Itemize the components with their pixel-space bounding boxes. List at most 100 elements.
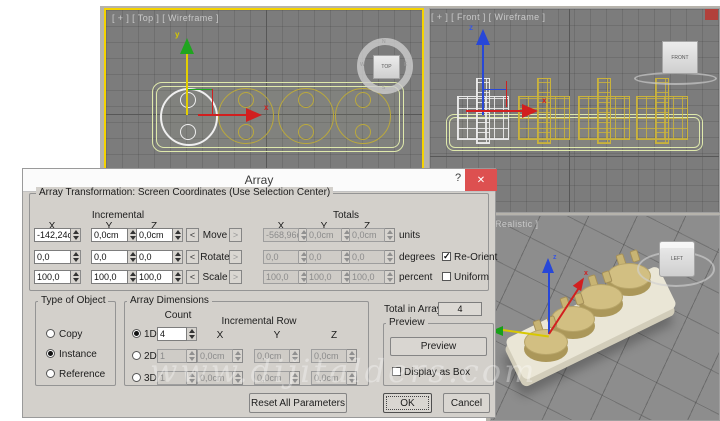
viewport-top-label[interactable]: [ + ] [ Top ] [ Wireframe ] — [112, 13, 219, 23]
viewcube-left-face[interactable]: LEFT — [659, 241, 695, 277]
dim-2d-label[interactable]: 2D — [144, 351, 157, 362]
viewcube-south-label[interactable]: S — [382, 85, 385, 91]
spinner-icon[interactable] — [173, 270, 183, 284]
viewcube-west-label[interactable]: W — [360, 62, 365, 68]
rotate-left-arrow-button[interactable]: < — [186, 250, 199, 264]
scale-left-arrow-button[interactable]: < — [186, 270, 199, 284]
array-dimensions-title: Array Dimensions — [127, 295, 212, 306]
spinner-icon[interactable] — [71, 228, 81, 242]
rotate-z-field[interactable]: 0,0 — [136, 250, 183, 264]
copy-radio-label[interactable]: Copy — [59, 329, 82, 340]
move-x-field[interactable]: -142,24c — [34, 228, 81, 242]
spinner-icon[interactable] — [71, 250, 81, 264]
instance-radio[interactable] — [46, 349, 55, 358]
gizmo-y-arrowhead-icon[interactable] — [180, 38, 194, 54]
dim-3d-y-field: 0,0cm — [254, 371, 300, 385]
gizmo-x-axis-line[interactable] — [198, 114, 246, 116]
spinner-icon[interactable] — [173, 228, 183, 242]
dim-2d-z-field: 0,0cm — [311, 349, 357, 363]
scale-total-y-field: 100,0 — [306, 270, 352, 284]
dim-1d-count-field[interactable]: 4 — [157, 327, 197, 341]
move-y-field[interactable]: 0,0cm — [91, 228, 138, 242]
viewcube-east-label[interactable]: E — [404, 62, 407, 68]
reference-radio-label[interactable]: Reference — [59, 369, 105, 380]
viewport-front-label[interactable]: [ + ] [ Front ] [ Wireframe ] — [431, 12, 545, 22]
spinner-icon — [385, 270, 395, 284]
viewcube-north-label[interactable]: N — [382, 39, 386, 45]
gizmo-z-axis-line[interactable] — [482, 43, 484, 115]
gizmo-plane-handle-green[interactable] — [188, 89, 212, 90]
move-z-field[interactable]: 0,0cm — [136, 228, 183, 242]
scale-y-field[interactable]: 100,0 — [91, 270, 138, 284]
viewport-perspective-label[interactable]: Realistic ] — [495, 219, 538, 229]
dim-col-x-header: X — [216, 330, 224, 341]
gizmo-plane-handle-red[interactable] — [506, 81, 507, 107]
reorient-checkbox[interactable] — [442, 252, 451, 261]
move-left-arrow-button[interactable]: < — [186, 228, 199, 242]
axis-y-label: y — [175, 30, 180, 39]
scale-z-field[interactable]: 100,0 — [136, 270, 183, 284]
move-right-arrow-button[interactable]: > — [229, 228, 242, 242]
socket-front-3[interactable] — [578, 96, 630, 140]
axis-z-label: z — [553, 254, 557, 261]
gizmo-x-arrowhead-icon[interactable] — [522, 104, 538, 118]
dim-3d-label[interactable]: 3D — [144, 373, 157, 384]
gizmo-z-arrowhead-icon[interactable] — [476, 29, 490, 45]
gizmo-y-axis-line[interactable] — [186, 54, 188, 115]
array-dialog: Array ? ✕ Array Transformation: Screen C… — [22, 168, 497, 418]
display-as-box-checkbox[interactable] — [392, 367, 401, 376]
spinner-icon[interactable] — [187, 327, 197, 341]
uniform-checkbox[interactable] — [442, 272, 451, 281]
gizmo-z-axis-line[interactable] — [548, 272, 550, 334]
scale-right-arrow-button[interactable]: > — [229, 270, 242, 284]
uniform-checkbox-label[interactable]: Uniform — [454, 272, 489, 283]
scale-x-field[interactable]: 100,0 — [34, 270, 81, 284]
rotate-y-field[interactable]: 0,0 — [91, 250, 138, 264]
dim-2d-x-field: 0,0cm — [197, 349, 243, 363]
dim-3d-x-field: 0,0cm — [197, 371, 243, 385]
spinner-icon[interactable] — [71, 270, 81, 284]
socket-top-3-hole-a — [298, 92, 314, 108]
dim-3d-z-field: 0,0cm — [311, 371, 357, 385]
rotate-total-y-field: 0,0 — [306, 250, 352, 264]
gizmo-x-axis-line[interactable] — [466, 110, 522, 112]
spinner-icon — [347, 371, 357, 385]
socket-top-2-hole-b — [238, 124, 254, 140]
spinner-icon[interactable] — [173, 250, 183, 264]
cancel-button[interactable]: Cancel — [443, 393, 490, 413]
axis-x-label: x — [542, 96, 547, 105]
reference-radio[interactable] — [46, 369, 55, 378]
totals-header: Totals — [332, 210, 360, 221]
gizmo-plane-handle-red[interactable] — [212, 89, 213, 115]
incremental-row-header: Incremental Row — [221, 316, 297, 327]
viewport-perspective[interactable]: Realistic ] z x LEFT — [490, 215, 720, 421]
reset-all-parameters-button[interactable]: Reset All Parameters — [249, 393, 347, 413]
socket-top-2-hole-a — [238, 92, 254, 108]
socket-front-4[interactable] — [636, 96, 688, 140]
transform-group-title: Array Transformation: Screen Coordinates… — [36, 187, 334, 198]
viewcube-front-face[interactable]: FRONT — [662, 41, 698, 74]
move-total-x-field: -568,96c — [263, 228, 309, 242]
reorient-checkbox-label[interactable]: Re-Orient — [454, 252, 497, 263]
dim-1d-radio[interactable] — [132, 329, 141, 338]
viewcube-top-face[interactable]: TOP — [373, 55, 400, 79]
move-row-label: Move — [202, 230, 228, 241]
copy-radio[interactable] — [46, 329, 55, 338]
ok-button[interactable]: OK — [383, 393, 432, 413]
instance-radio-label[interactable]: Instance — [59, 349, 97, 360]
close-button-fragment[interactable] — [705, 9, 718, 20]
rotate-right-arrow-button[interactable]: > — [229, 250, 242, 264]
gizmo-plane-handle-blue[interactable] — [484, 89, 506, 90]
socket-3d-3[interactable] — [579, 284, 623, 310]
help-button[interactable]: ? — [451, 172, 465, 188]
display-as-box-label[interactable]: Display as Box — [404, 367, 470, 378]
preview-button[interactable]: Preview — [390, 337, 487, 356]
gizmo-x-arrowhead-icon[interactable] — [246, 108, 262, 122]
rotate-x-field[interactable]: 0,0 — [34, 250, 81, 264]
dim-1d-label[interactable]: 1D — [144, 329, 157, 340]
dim-2d-radio[interactable] — [132, 351, 141, 360]
total-in-array-label: Total in Array: — [384, 304, 445, 315]
close-button[interactable]: ✕ — [465, 169, 497, 191]
scale-row-label: Scale — [202, 272, 228, 283]
dim-3d-radio[interactable] — [132, 373, 141, 382]
